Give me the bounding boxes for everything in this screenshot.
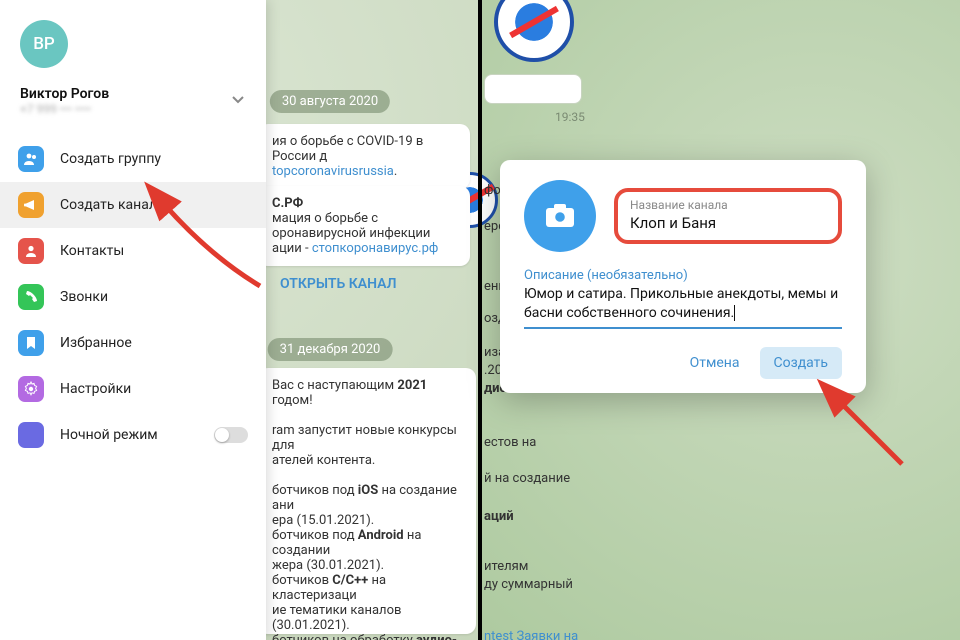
text-fragment: ntest Заявки на	[484, 628, 578, 640]
menu-label: Контакты	[60, 243, 124, 259]
text-line: ботчиков на обработку аудио- и	[272, 633, 457, 640]
night-mode-toggle[interactable]	[214, 427, 248, 443]
create-button[interactable]: Создать	[760, 347, 843, 379]
channel-name-field-highlight: Название канала Клоп и Баня	[614, 188, 842, 244]
profile-phone-blurred: +7 999 ••• ••••	[20, 102, 109, 116]
text-caret	[734, 305, 735, 321]
text-line: жера (30.01.2021).	[272, 558, 384, 573]
channel-name-label: Название канала	[630, 198, 826, 212]
channel-photo-button[interactable]	[524, 180, 596, 252]
menu-label: Звонки	[60, 289, 108, 305]
text-line: ие тематики каналов (30.01.2021).	[272, 603, 401, 633]
profile-name: Виктор Рогов	[20, 86, 109, 102]
date-separator: 31 декабря 2020	[268, 338, 393, 361]
menu-label: Создать канал	[60, 197, 157, 213]
moon-icon	[18, 422, 44, 448]
text-line: ram запустит новые конкурсы для	[272, 423, 457, 453]
camera-icon	[545, 203, 575, 229]
profile-avatar[interactable]: ВР	[20, 20, 68, 68]
open-channel-button[interactable]: ОТКРЫТЬ КАНАЛ	[280, 276, 397, 292]
create-channel-dialog: Название канала Клоп и Баня Описание (не…	[500, 160, 866, 393]
menu-label: Избранное	[60, 335, 132, 351]
menu-settings[interactable]: Настройки	[0, 366, 266, 412]
link-fragment[interactable]: стопкоронавирус.рф	[312, 241, 439, 256]
text-line: ботчиков под iOS на создание ани	[272, 483, 457, 513]
channel-description-input[interactable]: Юмор и сатира. Прикольные анекдоты, мемы…	[524, 285, 842, 329]
text-line: ботчиков C/C++ на кластеризаци	[272, 573, 386, 603]
text-fragment: мация о борьбе с	[272, 211, 378, 226]
menu-create-group[interactable]: Создать группу	[0, 136, 266, 182]
chevron-down-icon[interactable]	[230, 91, 246, 111]
cancel-button[interactable]: Отмена	[676, 347, 754, 379]
menu-label: Создать группу	[60, 151, 161, 167]
text-fragment: естов на	[484, 434, 536, 452]
main-menu-drawer: ВР Виктор Рогов +7 999 ••• •••• Создать …	[0, 0, 266, 640]
empty-input-box	[484, 74, 582, 104]
phone-icon	[18, 284, 44, 310]
group-icon	[18, 146, 44, 172]
text-line: ботчиков под Android на создании	[272, 528, 421, 558]
text-line: ера (15.01.2021).	[272, 513, 374, 528]
text-fragment: аций	[484, 508, 514, 526]
text-fragment: фо	[484, 182, 501, 200]
image-split-divider	[478, 0, 482, 640]
annotation-arrow-left	[150, 196, 270, 300]
message-bubble: ия о борьбе с COVID-19 в России д topcor…	[258, 124, 470, 189]
text-fragment: й на создание	[484, 470, 570, 488]
menu-night-mode[interactable]: Ночной режим	[0, 412, 266, 458]
text-fragment: ду суммарный	[484, 576, 573, 594]
channel-description-label: Описание (необязательно)	[524, 268, 842, 283]
megaphone-icon	[18, 192, 44, 218]
bookmark-icon	[18, 330, 44, 356]
gear-icon	[18, 376, 44, 402]
text-fragment: ия о борьбе с COVID-19 в России д	[272, 134, 423, 164]
channel-name-input[interactable]: Клоп и Баня	[630, 214, 826, 232]
menu-label: Ночной режим	[60, 427, 158, 443]
message-bubble: С.РФ мация о борьбе с оронавирусной инфе…	[258, 186, 470, 266]
text-fragment: С.РФ	[272, 196, 303, 211]
link-fragment[interactable]: topcoronavirusrussia	[272, 164, 394, 179]
text-line: Вас с наступающим 2021 годом!	[272, 378, 427, 408]
annotation-arrow-right	[832, 394, 922, 478]
text-fragment: ации -	[272, 241, 312, 256]
menu-label: Настройки	[60, 381, 131, 397]
text-line: ателей контента.	[272, 453, 375, 468]
menu-saved[interactable]: Избранное	[0, 320, 266, 366]
message-bubble: Вас с наступающим 2021 годом! ram запуст…	[258, 368, 476, 634]
text-fragment: ителям	[484, 558, 528, 576]
contacts-icon	[18, 238, 44, 264]
text-fragment: оронавирусной инфекции	[272, 226, 430, 241]
message-time: 19:35	[555, 110, 585, 124]
